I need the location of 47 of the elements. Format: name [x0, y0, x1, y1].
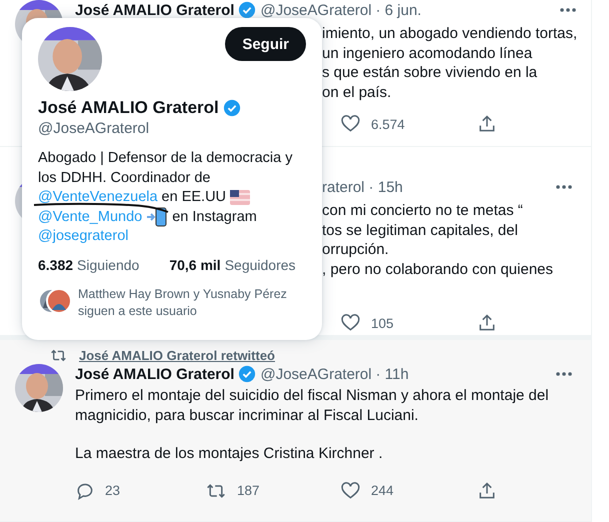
profile-name[interactable]: José AMALIO Graterol [38, 98, 219, 118]
heart-icon[interactable] [340, 114, 361, 134]
tweet-text: con mi concierto no te metas “ [322, 201, 524, 220]
stat-value[interactable]: 70,6 mil [169, 256, 221, 272]
action-count: 244 [371, 483, 394, 498]
action-count: 6.574 [371, 116, 405, 132]
tweet-text: imiento, un abogado vendiendo tortas, [322, 24, 578, 44]
retweeted-by-link[interactable]: José AMALIO Graterol retwitteó [79, 348, 275, 362]
profile-handle[interactable]: @JoseAGraterol [38, 120, 306, 137]
bio-text: en Instagram [172, 208, 257, 226]
tweet-time[interactable]: · 6 jun. [376, 2, 422, 18]
bio-text: en EE.UU [162, 188, 226, 207]
author-handle[interactable]: @JoseAGraterol [260, 2, 372, 18]
stat-value[interactable]: 6.382 [38, 256, 74, 272]
more-icon[interactable] [559, 7, 578, 13]
tweet-text: orrupción. [322, 240, 390, 260]
action-count: 187 [237, 483, 260, 498]
tweet-text: on el país. [322, 82, 392, 102]
more-icon[interactable] [555, 184, 573, 190]
retweet-icon [50, 348, 67, 362]
action-count: 105 [371, 316, 394, 330]
tweet-text: un ingeniero acomodando línea [322, 44, 534, 63]
tweet-text: La maestra de los montajes Cristina Kirchner . [75, 444, 384, 464]
tweet-text: s que están sobre viviendo en la [322, 63, 538, 82]
bio-text: los DDHH. Coordinador de [38, 168, 210, 188]
followed-by-text: Matthew Hay Brown y Yusnaby Pérez siguen a este usuario [78, 286, 288, 320]
action-count: 23 [105, 483, 120, 498]
author-name[interactable]: José AMALIO Graterol [75, 2, 234, 18]
phone-arrow-icon [146, 207, 168, 228]
share-icon[interactable] [477, 114, 497, 134]
stat-label[interactable]: Siguiendo [77, 256, 140, 272]
tweet-time[interactable]: · 11h [376, 366, 409, 382]
flag-icon [230, 190, 250, 206]
tweet-text: tos se legitiman capitales, del [322, 220, 519, 240]
heart-icon[interactable] [340, 313, 361, 333]
share-icon[interactable] [477, 480, 497, 500]
bio-text: Abogado | Defensor de la democracia y [38, 149, 292, 168]
heart-icon[interactable] [340, 480, 361, 500]
more-icon[interactable] [555, 371, 573, 377]
stat-label[interactable]: Seguidores [224, 256, 296, 272]
tweet-header: raterol · 15h [322, 178, 403, 196]
follow-button[interactable]: Seguir [225, 27, 306, 61]
share-icon[interactable] [477, 313, 497, 333]
tweet-text: Primero el montaje del suicidio del fiscal Nisman y ahora el montaje del magnicidio, para buscar incriminar al Fiscal Luciani. [75, 386, 550, 425]
author-handle[interactable]: @JoseAGraterol [260, 366, 372, 382]
tweet-text: , pero no colaborando con quienes [322, 260, 554, 279]
author-name[interactable]: José AMALIO Graterol [75, 366, 234, 382]
